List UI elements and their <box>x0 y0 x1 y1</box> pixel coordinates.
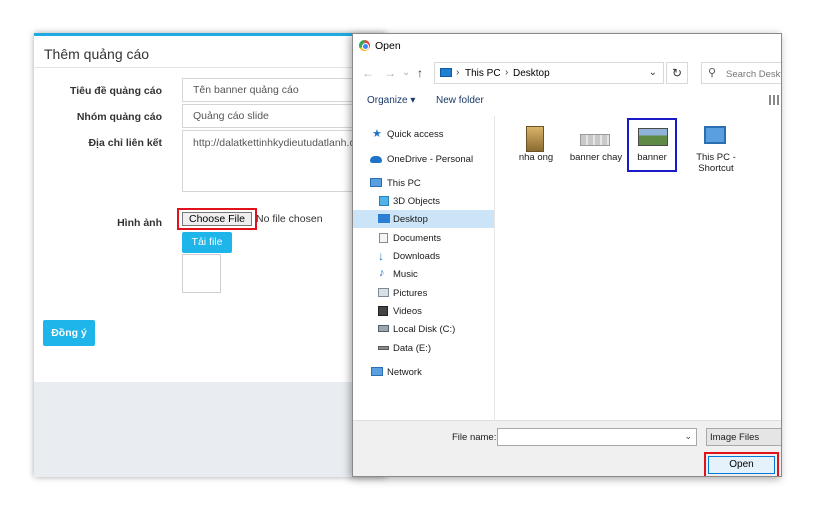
file-name: banner chay <box>569 152 623 163</box>
nav-label: OneDrive - Personal <box>387 154 474 165</box>
music-icon: ♪ <box>379 267 385 279</box>
nav-label: Local Disk (C:) <box>393 324 456 335</box>
image-thumbnail <box>580 134 610 146</box>
refresh-button[interactable]: ↻ <box>666 62 688 84</box>
ad-form-page: Thêm quảng cáo Tiêu đề quảng cáo Tên ban… <box>34 33 386 477</box>
address-bar[interactable]: › This PC › Desktop ⌄ <box>434 62 664 84</box>
nav-label: Videos <box>393 306 422 317</box>
search-placeholder: Search Desktop <box>726 69 781 80</box>
nav-3d-objects[interactable]: 3D Objects <box>353 192 494 210</box>
nav-label: This PC <box>387 178 421 189</box>
nav-local-disk-c[interactable]: Local Disk (C:) <box>353 320 494 338</box>
nav-downloads[interactable]: ↓ Downloads <box>353 247 494 265</box>
chrome-icon <box>359 40 370 51</box>
breadcrumb-desktop[interactable]: Desktop <box>513 68 550 79</box>
no-file-text: No file chosen <box>256 213 323 225</box>
open-button-highlight: Open <box>704 452 779 476</box>
form-panel: Thêm quảng cáo Tiêu đề quảng cáo Tên ban… <box>34 36 386 382</box>
navigation-pane: ★ Quick access OneDrive - Personal This … <box>353 116 495 420</box>
nav-label: Data (E:) <box>393 343 432 354</box>
desktop-icon <box>378 214 390 223</box>
navigation-bar: ← → ⌄ ↑ › This PC › Desktop ⌄ ↻ ⚲ Search… <box>353 60 781 86</box>
drive-icon <box>378 346 389 350</box>
file-name: banner <box>637 152 667 163</box>
picture-icon <box>378 288 389 297</box>
link-label: Địa chỉ liên kết <box>88 137 162 149</box>
video-icon <box>378 306 388 316</box>
file-list-pane: nha ong banner chay banner This PC - Sho… <box>496 116 781 420</box>
title-divider <box>34 67 386 68</box>
breadcrumb-separator-icon: › <box>505 67 509 78</box>
image-thumbnail <box>526 126 544 152</box>
file-item-selected[interactable]: banner <box>627 118 677 172</box>
dialog-bottom-bar: File name: ⌄ Image Files Open <box>353 420 781 476</box>
open-button[interactable]: Open <box>708 456 775 474</box>
file-name-input[interactable]: ⌄ <box>497 428 697 446</box>
cloud-icon <box>370 156 382 163</box>
organize-button[interactable]: Organize ▾ <box>367 95 415 106</box>
nav-label: Desktop <box>393 214 428 225</box>
download-icon: ↓ <box>378 249 384 263</box>
nav-label: 3D Objects <box>393 196 440 207</box>
group-label: Nhóm quảng cáo <box>76 111 162 123</box>
nav-label: Quick access <box>387 129 444 140</box>
breadcrumb-this-pc[interactable]: This PC <box>465 68 501 79</box>
nav-desktop[interactable]: Desktop <box>353 210 494 228</box>
file-name: This PC - Shortcut <box>696 152 736 174</box>
upload-file-button[interactable]: Tải file <box>182 232 232 253</box>
nav-quick-access[interactable]: ★ Quick access <box>353 125 494 143</box>
open-file-dialog: Open ← → ⌄ ↑ › This PC › Desktop ⌄ ↻ ⚲ S… <box>352 33 782 477</box>
nav-this-pc[interactable]: This PC <box>353 174 494 192</box>
image-thumbnail <box>638 128 668 146</box>
file-name-label: File name: <box>452 432 497 443</box>
computer-icon <box>704 126 726 144</box>
submit-button[interactable]: Đồng ý <box>43 320 95 346</box>
star-icon: ★ <box>372 128 382 140</box>
form-title: Thêm quảng cáo <box>44 46 150 62</box>
computer-icon <box>370 178 382 187</box>
title-label: Tiêu đề quảng cáo <box>70 85 162 97</box>
file-item[interactable]: banner chay <box>566 120 626 182</box>
back-arrow-icon[interactable]: ← <box>362 66 374 80</box>
nav-label: Documents <box>393 233 442 244</box>
dialog-title: Open <box>375 40 401 52</box>
file-type-select[interactable]: Image Files <box>706 428 781 446</box>
address-dropdown-icon[interactable]: ⌄ <box>649 67 657 78</box>
cube-icon <box>379 196 389 206</box>
choose-file-highlight: Choose File <box>177 208 257 230</box>
breadcrumb-separator-icon: › <box>456 67 460 78</box>
nav-label: Network <box>387 367 422 378</box>
nav-music[interactable]: ♪ Music <box>353 265 494 283</box>
dialog-toolbar: Organize ▾ New folder <box>353 90 781 112</box>
screenshot-stage: Thêm quảng cáo Tiêu đề quảng cáo Tên ban… <box>0 0 813 508</box>
drive-icon <box>378 325 389 332</box>
forward-arrow-icon[interactable]: → <box>384 66 396 80</box>
search-icon: ⚲ <box>708 67 717 79</box>
file-name: nha ong <box>518 152 554 163</box>
nav-pictures[interactable]: Pictures <box>353 284 494 302</box>
file-item[interactable]: This PC - Shortcut <box>686 120 746 182</box>
chevron-down-icon[interactable]: ⌄ <box>684 431 692 442</box>
nav-documents[interactable]: Documents <box>353 229 494 247</box>
up-arrow-icon[interactable]: ↑ <box>417 66 423 80</box>
nav-onedrive[interactable]: OneDrive - Personal <box>353 150 494 168</box>
document-icon <box>379 233 388 243</box>
network-icon <box>371 367 383 376</box>
nav-videos[interactable]: Videos <box>353 302 494 320</box>
choose-file-button[interactable]: Choose File <box>182 212 252 226</box>
file-item[interactable]: nha ong <box>506 120 566 182</box>
nav-label: Downloads <box>393 251 440 262</box>
image-label: Hình ảnh <box>117 217 162 229</box>
nav-label: Music <box>393 269 418 280</box>
nav-data-e[interactable]: Data (E:) <box>353 339 494 357</box>
new-folder-button[interactable]: New folder <box>436 95 484 106</box>
recent-chevron-icon[interactable]: ⌄ <box>402 67 410 78</box>
nav-label: Pictures <box>393 288 428 299</box>
dialog-titlebar: Open <box>353 34 781 56</box>
search-box[interactable]: ⚲ Search Desktop <box>701 62 781 84</box>
view-options-icon[interactable] <box>769 95 779 105</box>
pc-icon <box>440 68 452 77</box>
image-preview-box <box>182 254 221 293</box>
nav-network[interactable]: Network <box>353 363 494 381</box>
